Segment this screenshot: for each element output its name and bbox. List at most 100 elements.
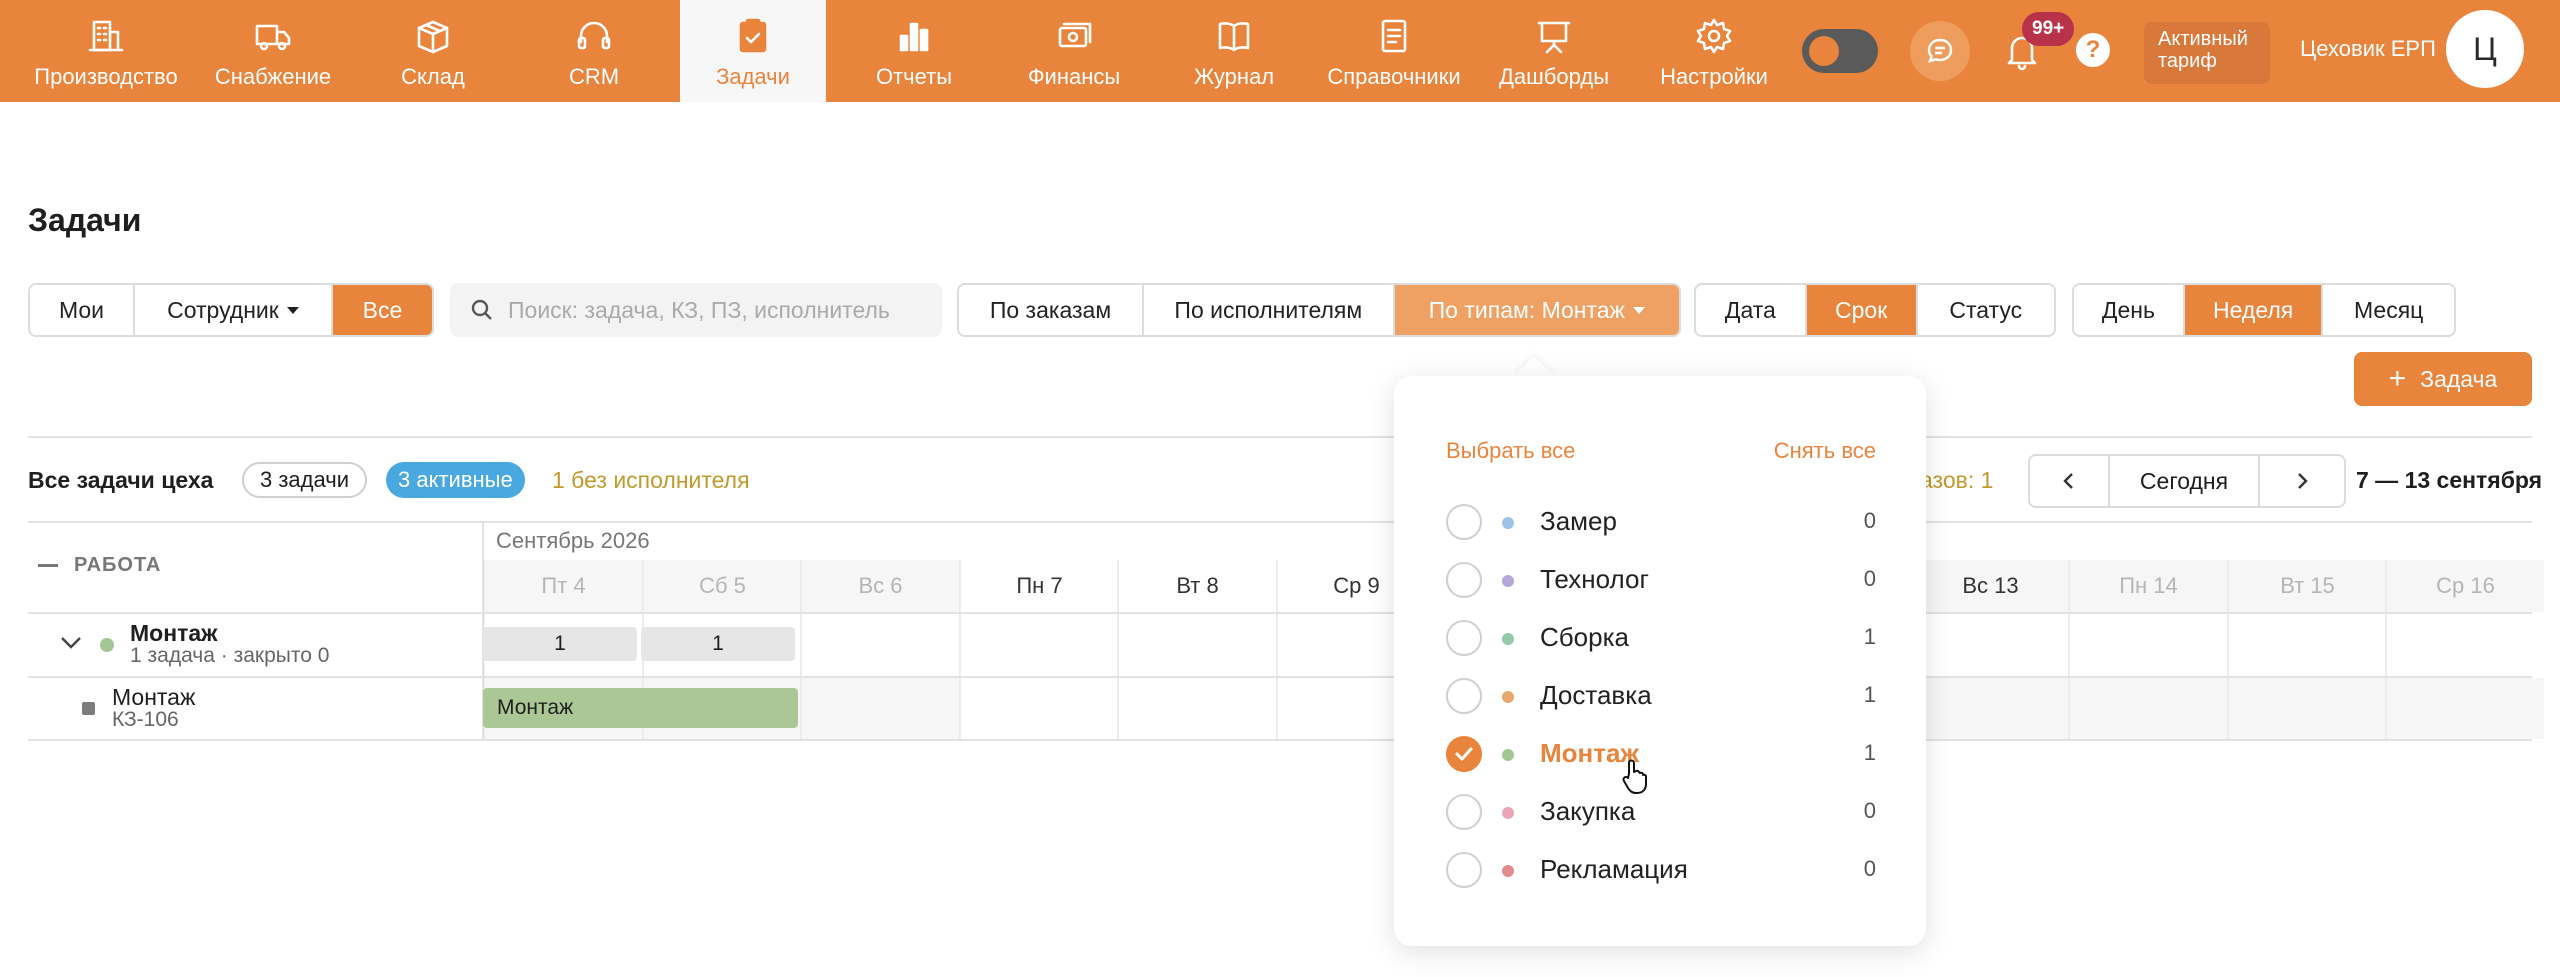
headphones-icon (572, 14, 616, 58)
day-header: Пн 14 (2068, 560, 2227, 612)
type-option-checkbox[interactable] (1446, 794, 1482, 830)
toggle-knob (1809, 36, 1839, 66)
nav-item-warehouse[interactable]: Склад (352, 0, 514, 102)
type-option-checkbox[interactable] (1446, 852, 1482, 888)
type-option[interactable]: Монтаж 1 (1446, 728, 1876, 778)
nav-item-crm[interactable]: CRM (514, 0, 674, 102)
active-count-chip[interactable]: 3 активные (386, 462, 525, 498)
task-order-code: КЗ-106 (112, 708, 179, 731)
sort-status-button[interactable]: Статус (1918, 285, 2054, 335)
tasks-count-chip[interactable]: 3 задачи (242, 462, 368, 498)
scale-month-button[interactable]: Месяц (2323, 285, 2454, 335)
nav-label: Справочники (1327, 64, 1461, 89)
user-name[interactable]: Цеховик ЕРП (2300, 36, 2436, 62)
type-option-count: 1 (1863, 624, 1876, 649)
chat-button[interactable] (1910, 21, 1970, 81)
scale-day-button[interactable]: День (2074, 285, 2185, 335)
nav-item-journal[interactable]: Журнал (1154, 0, 1314, 102)
day-header: Пт 4 (483, 560, 642, 612)
search-icon (471, 299, 492, 320)
scale-week-button[interactable]: Неделя (2184, 285, 2324, 335)
task-name[interactable]: Монтаж (112, 684, 195, 711)
caret-down-icon (286, 306, 299, 314)
type-option[interactable]: Закупка 0 (1446, 786, 1876, 836)
type-option-label: Технолог (1540, 564, 1649, 594)
task-status-square (82, 702, 95, 715)
theme-toggle[interactable] (1802, 29, 1878, 73)
type-color-dot (1502, 517, 1514, 529)
group-expand-toggle[interactable] (60, 636, 82, 650)
nav-item-finance[interactable]: Финансы (994, 0, 1154, 102)
row-divider (28, 739, 2532, 741)
weekend-cell (2227, 678, 2386, 739)
all-tasks-label: Все задачи цеха (28, 467, 214, 493)
weekend-cell (2068, 678, 2227, 739)
type-option[interactable]: Технолог 0 (1446, 554, 1876, 604)
nav-item-dashboards[interactable]: Дашборды (1474, 0, 1634, 102)
sort-filter-group: Дата Срок Статус (1694, 283, 2056, 337)
group-summary: 1 задача · закрыто 0 (130, 644, 330, 667)
add-task-label: Задача (2420, 365, 2498, 392)
help-button[interactable]: ? (2076, 33, 2110, 67)
prev-period-button[interactable] (2030, 456, 2110, 506)
no-assignee-link[interactable]: 1 без исполнителя (552, 467, 750, 494)
sort-date-button[interactable]: Дата (1696, 285, 1807, 335)
filter-mine-button[interactable]: Мои (30, 285, 135, 335)
type-color-dot (1502, 575, 1514, 587)
next-period-button[interactable] (2260, 456, 2344, 506)
nav-item-production[interactable]: Производство (0, 0, 212, 102)
type-option-count: 1 (1863, 740, 1876, 765)
nav-item-settings[interactable]: Настройки (1634, 0, 1794, 102)
avatar[interactable]: Ц (2446, 10, 2524, 88)
type-option[interactable]: Доставка 1 (1446, 670, 1876, 720)
page-title: Задачи (28, 202, 142, 238)
tariff-button[interactable]: Активный тариф (2144, 22, 2270, 84)
type-option-checkbox[interactable] (1446, 678, 1482, 714)
nav-label: Настройки (1660, 64, 1768, 89)
group-name: Монтаж (130, 620, 218, 646)
type-option[interactable]: Сборка 1 (1446, 612, 1876, 662)
type-option-checkbox[interactable] (1446, 736, 1482, 772)
section-label: РАБОТА (74, 554, 162, 576)
type-option[interactable]: Замер 0 (1446, 496, 1876, 546)
today-button[interactable]: Сегодня (2110, 456, 2260, 506)
nav-label: Отчеты (875, 64, 953, 89)
day-count-cell: 1 (641, 627, 795, 661)
type-option-checkbox[interactable] (1446, 562, 1482, 598)
select-all-link[interactable]: Выбрать все (1446, 438, 1575, 464)
weekend-cell (800, 678, 959, 739)
type-option-checkbox[interactable] (1446, 504, 1482, 540)
truck-icon (251, 14, 295, 58)
nav-item-reports[interactable]: Отчеты (834, 0, 994, 102)
section-header[interactable]: РАБОТА (38, 554, 161, 577)
task-bar[interactable]: Монтаж (483, 688, 798, 728)
type-option-count: 1 (1863, 682, 1876, 707)
filter-employee-dropdown[interactable]: Сотрудник (135, 285, 333, 335)
owner-filter-group: Мои Сотрудник Все (28, 283, 434, 337)
add-task-button[interactable]: + Задача (2354, 352, 2532, 406)
day-header: Вс 13 (1910, 560, 2069, 612)
check-icon (1455, 747, 1473, 761)
book-icon (1212, 14, 1256, 58)
nav-label: Финансы (1027, 64, 1121, 89)
filter-all-button[interactable]: Все (333, 285, 432, 335)
type-option-checkbox[interactable] (1446, 620, 1482, 656)
day-count-cell: 1 (483, 627, 637, 661)
nav-item-directories[interactable]: Справочники (1314, 0, 1474, 102)
nav-label: Склад (401, 64, 465, 89)
group-by-assignees-button[interactable]: По исполнителям (1144, 285, 1395, 335)
nav-item-tasks[interactable]: Задачи (680, 0, 826, 102)
search-input[interactable] (508, 296, 918, 324)
type-option-count: 0 (1863, 566, 1876, 591)
nav-item-supply[interactable]: Снабжение (202, 0, 344, 102)
day-header: Сб 5 (642, 560, 801, 612)
sort-deadline-button[interactable]: Срок (1806, 285, 1918, 335)
type-option-label: Рекламация (1540, 854, 1688, 884)
clear-all-link[interactable]: Снять все (1774, 438, 1876, 464)
group-by-types-dropdown[interactable]: По типам: Монтаж (1394, 285, 1679, 335)
group-by-orders-button[interactable]: По заказам (959, 285, 1144, 335)
orders-count-link[interactable]: азов: 1 (1920, 467, 1993, 494)
clipboard-check-icon (731, 14, 775, 58)
type-option[interactable]: Рекламация 0 (1446, 844, 1876, 894)
month-label: Сентябрь 2026 (496, 528, 650, 553)
